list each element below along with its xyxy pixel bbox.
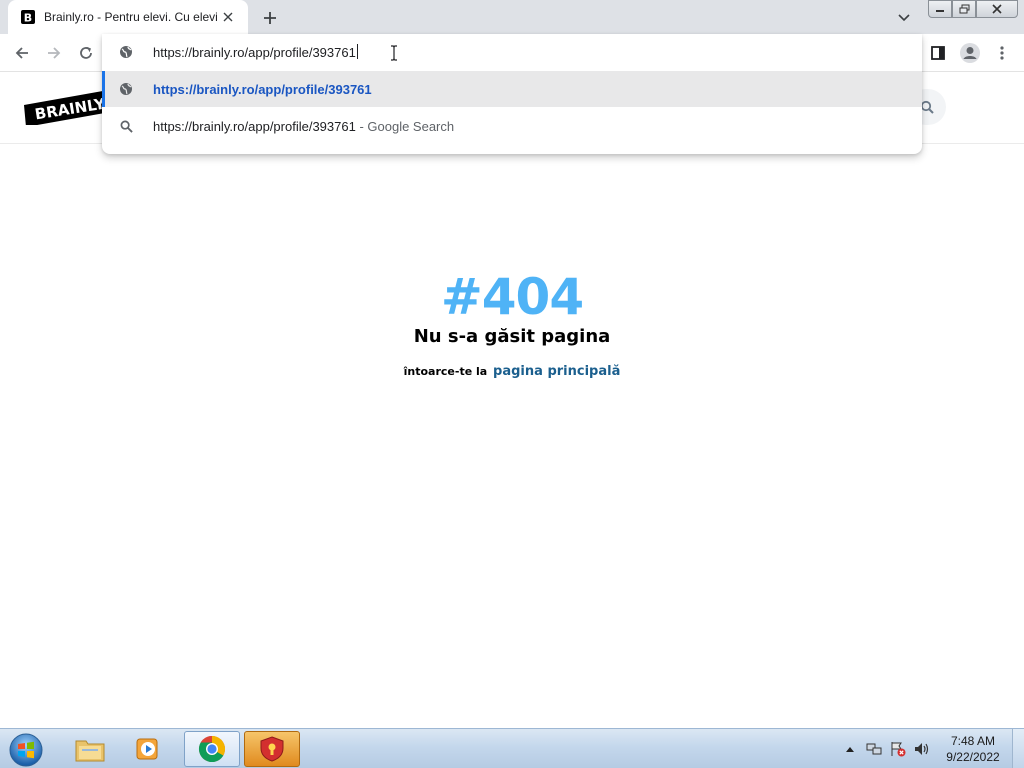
omnibox-suggestion-url[interactable]: https://brainly.ro/app/profile/393761 (102, 71, 922, 107)
taskbar-chrome[interactable] (184, 731, 240, 767)
windows-start-icon (9, 733, 43, 767)
close-icon (992, 4, 1002, 14)
tab-search-button[interactable] (894, 8, 914, 28)
text-caret (356, 44, 358, 59)
speaker-icon (915, 743, 929, 755)
new-tab-button[interactable] (258, 6, 282, 30)
address-value: https://brainly.ro/app/profile/393761 (153, 45, 356, 60)
side-panel-icon (931, 46, 945, 60)
tray-network[interactable] (864, 729, 884, 768)
arrow-right-icon (48, 47, 61, 59)
window-close-button[interactable] (976, 0, 1018, 18)
brainly-b-icon: B (21, 10, 35, 25)
arrow-left-icon (15, 47, 28, 59)
tab-strip: B Brainly.ro - Pentru elevi. Cu elevi. (0, 0, 1024, 34)
suggestion-search-text: https://brainly.ro/app/profile/393761 - … (153, 119, 454, 134)
network-icon (866, 743, 882, 755)
taskbar-file-explorer[interactable] (62, 731, 118, 767)
tray-action-center[interactable] (888, 729, 908, 768)
globe-icon (118, 81, 134, 97)
clock-time: 7:48 AM (950, 734, 996, 748)
security-shield-icon (260, 736, 284, 762)
reload-icon (80, 47, 92, 59)
forward-button[interactable] (40, 39, 68, 67)
homepage-link[interactable]: pagina principală (493, 364, 620, 379)
tab-close-button[interactable] (218, 7, 238, 27)
suggestion-query: https://brainly.ro/app/profile/393761 (153, 118, 356, 134)
close-icon (223, 12, 233, 22)
media-player-icon (136, 738, 158, 760)
chrome-icon (198, 735, 226, 763)
side-panel-button[interactable] (924, 39, 952, 67)
profile-button[interactable] (956, 39, 984, 67)
omnibox-suggestion-search[interactable]: https://brainly.ro/app/profile/393761 - … (102, 108, 922, 144)
menu-button[interactable] (988, 39, 1016, 67)
file-explorer-icon (75, 740, 105, 762)
start-button[interactable] (6, 731, 46, 768)
tab-title: Brainly.ro - Pentru elevi. Cu elevi. (44, 10, 218, 24)
clock-date: 9/22/2022 (946, 750, 1000, 764)
minimize-icon (936, 10, 944, 12)
taskbar-media-player[interactable] (120, 731, 176, 767)
search-icon (118, 118, 134, 134)
kebab-menu-icon (1000, 46, 1004, 60)
chevron-up-icon (846, 747, 854, 752)
globe-icon (118, 44, 134, 60)
back-button[interactable] (8, 39, 36, 67)
restore-icon (959, 4, 969, 14)
taskbar-clock[interactable]: 7:48 AM 9/22/2022 (940, 733, 1006, 765)
svg-text:B: B (24, 12, 32, 25)
window-minimize-button[interactable] (928, 0, 952, 18)
windows-taskbar: 7:48 AM 9/22/2022 (0, 728, 1024, 768)
error-title: Nu s-a găsit pagina (413, 326, 611, 347)
ibeam-cursor-icon (391, 45, 397, 61)
flag-alert-icon (891, 742, 906, 757)
address-input[interactable]: https://brainly.ro/app/profile/393761 (153, 44, 358, 60)
tray-overflow-button[interactable] (842, 729, 858, 768)
suggestion-url-text: https://brainly.ro/app/profile/393761 (153, 81, 372, 97)
avatar-icon (960, 43, 980, 63)
back-text: întoarce-te la (403, 365, 488, 378)
plus-icon (264, 12, 276, 24)
error-code: #404 (440, 268, 584, 326)
taskbar-security-app[interactable] (244, 731, 300, 767)
address-bar[interactable]: https://brainly.ro/app/profile/393761 (102, 34, 922, 70)
chevron-down-icon (898, 14, 910, 22)
window-restore-button[interactable] (952, 0, 976, 18)
reload-button[interactable] (72, 39, 100, 67)
error-back-line: întoarce-te la pagina principală (0, 364, 1024, 379)
suggestion-engine: - Google Search (355, 118, 455, 134)
search-icon (920, 100, 934, 114)
omnibox-dropdown: https://brainly.ro/app/profile/393761 ht… (102, 34, 922, 154)
show-desktop-button[interactable] (1012, 729, 1024, 768)
tray-volume[interactable] (912, 729, 932, 768)
browser-tab[interactable]: B Brainly.ro - Pentru elevi. Cu elevi. (8, 0, 248, 34)
